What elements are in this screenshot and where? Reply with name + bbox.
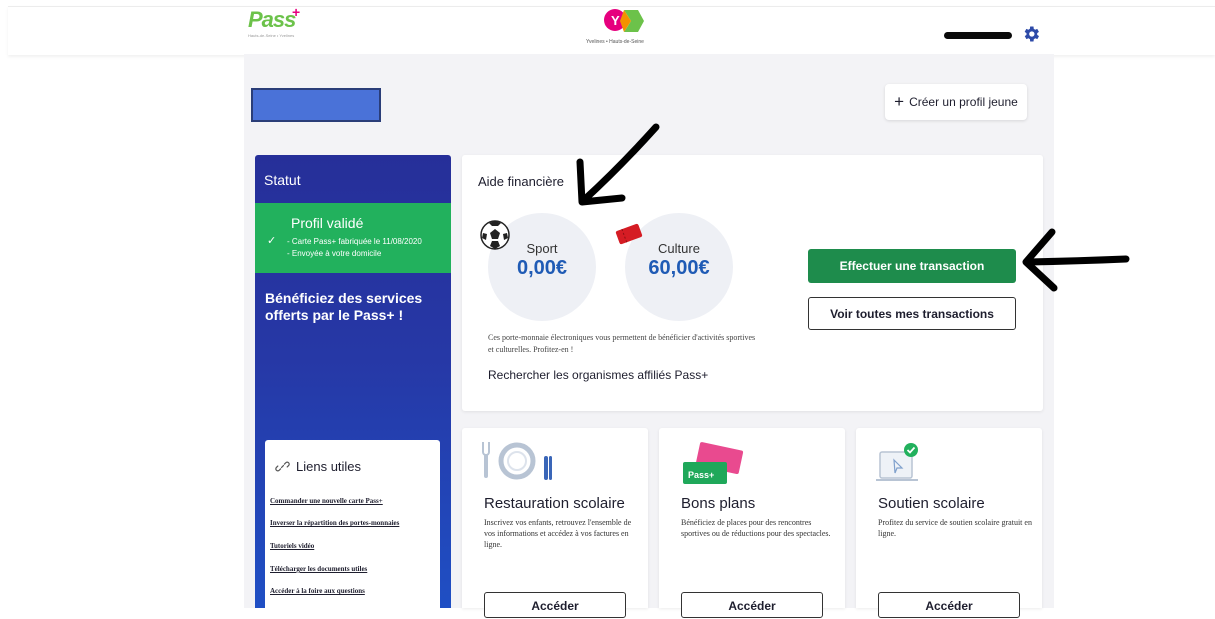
service-text-restauration: Inscrivez vos enfants, retrouvez l'ensem… bbox=[484, 518, 632, 549]
make-transaction-button[interactable]: Effectuer une transaction bbox=[808, 249, 1016, 283]
wallet-sport-amount: 0,00€ bbox=[516, 257, 568, 279]
useful-links-title: Liens utiles bbox=[296, 459, 362, 474]
department-logo-mark: Y bbox=[604, 9, 644, 32]
redacted-username bbox=[944, 32, 1012, 39]
laptop-check-icon bbox=[876, 443, 918, 481]
useful-links-card: Liens utiles Commander une nouvelle cart… bbox=[265, 440, 440, 608]
service-title-restauration: Restauration scolaire bbox=[484, 495, 625, 512]
service-text-bons-plans: Bénéficiez de places pour des rencontres… bbox=[681, 518, 831, 538]
check-icon: ✓ bbox=[267, 235, 277, 247]
search-affiliated-organisations-link[interactable]: Rechercher les organismes affiliés Pass+ bbox=[488, 368, 708, 382]
service-card-bons-plans: Pass+ Bons plans Bénéficiez de places po… bbox=[659, 428, 845, 618]
useful-links-header: Liens utiles bbox=[275, 459, 361, 474]
access-soutien-button[interactable]: Accéder bbox=[878, 592, 1020, 618]
department-logo-tagline: Yvelines • Hauts-de-Seine bbox=[586, 39, 644, 45]
service-text-soutien: Profitez du service de soutien scolaire … bbox=[878, 518, 1032, 538]
plus-icon: + bbox=[894, 92, 905, 111]
svg-text:Y: Y bbox=[611, 13, 620, 28]
pass-logo-word: Pass bbox=[248, 7, 296, 32]
service-title-bons-plans: Bons plans bbox=[681, 495, 756, 512]
profile-status-banner: ✓ Profil validé - Carte Pass+ fabriquée … bbox=[255, 203, 451, 273]
annotation-arrow-down-left-icon bbox=[576, 123, 660, 206]
redacted-profile-name bbox=[251, 88, 381, 122]
status-detail-shipping: - Envoyée à votre domicile bbox=[287, 249, 382, 258]
annotation-arrow-left-icon bbox=[1022, 228, 1130, 292]
financial-aid-card: Aide financière Sport 0,00€ Culture 60,0… bbox=[462, 155, 1043, 411]
service-card-soutien: Soutien scolaire Profitez du service de … bbox=[856, 428, 1042, 618]
pass-plus-logo[interactable]: Pass + Hauts-de-Seine • Yvelines bbox=[248, 4, 308, 40]
benefits-heading: Bénéficiez des services offerts par le P… bbox=[265, 290, 423, 323]
soccer-ball-icon bbox=[480, 220, 510, 250]
wallet-description: Ces porte-monnaie électroniques vous per… bbox=[488, 333, 756, 354]
link-icon bbox=[275, 461, 290, 472]
plate-cutlery-icon bbox=[482, 442, 552, 480]
wallet-culture-amount: 60,00€ bbox=[648, 257, 710, 279]
swap-wallets-link[interactable]: Inverser la répartition des portes-monna… bbox=[270, 519, 399, 527]
status-detail-card: - Carte Pass+ fabriquée le 11/08/2020 bbox=[287, 237, 422, 246]
service-card-restauration: Restauration scolaire Inscrivez vos enfa… bbox=[462, 428, 648, 618]
create-profile-label: Créer un profil jeune bbox=[909, 95, 1018, 109]
order-new-card-link[interactable]: Commander une nouvelle carte Pass+ bbox=[270, 497, 383, 505]
gear-icon[interactable] bbox=[1021, 24, 1041, 44]
create-youth-profile-button[interactable]: + Créer un profil jeune bbox=[885, 84, 1027, 120]
profile-status-title: Profil validé bbox=[291, 215, 364, 231]
statut-label: Statut bbox=[264, 172, 301, 188]
download-documents-link[interactable]: Télécharger les documents utiles bbox=[270, 565, 367, 573]
access-bons-plans-button[interactable]: Accéder bbox=[681, 592, 823, 618]
faq-link[interactable]: Accéder à la foire aux questions bbox=[270, 587, 365, 595]
video-tutorials-link[interactable]: Tutoriels vidéo bbox=[270, 542, 314, 550]
svg-text:Pass+: Pass+ bbox=[688, 470, 714, 480]
view-all-transactions-button[interactable]: Voir toutes mes transactions bbox=[808, 297, 1016, 330]
department-logo[interactable]: Y Yvelines • Hauts-de-Seine bbox=[578, 6, 668, 46]
tickets-icon: Pass+ bbox=[683, 442, 744, 484]
service-title-soutien: Soutien scolaire bbox=[878, 495, 985, 512]
access-restauration-button[interactable]: Accéder bbox=[484, 592, 626, 618]
ticket-icon bbox=[615, 223, 643, 245]
financial-aid-title: Aide financière bbox=[478, 174, 564, 189]
pass-logo-tagline: Hauts-de-Seine • Yvelines bbox=[248, 33, 295, 38]
pass-logo-plus: + bbox=[292, 4, 301, 20]
